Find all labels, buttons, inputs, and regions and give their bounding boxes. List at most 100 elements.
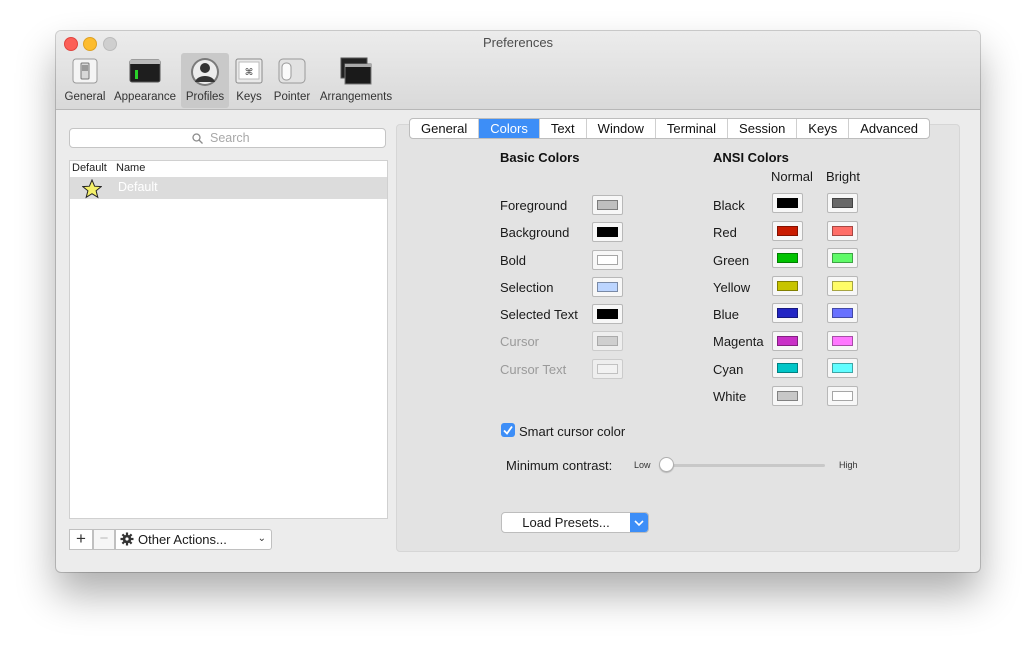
list-header: Default Name <box>70 161 387 178</box>
tab-keys[interactable]: Keys <box>797 119 850 138</box>
background-color-well[interactable] <box>592 222 623 242</box>
star-icon <box>82 179 102 199</box>
color-swatch <box>832 226 853 236</box>
ansi-colors-title: ANSI Colors <box>713 150 789 165</box>
ansi-black-bright-well[interactable] <box>827 193 858 213</box>
color-swatch <box>777 226 798 236</box>
color-swatch <box>597 309 618 319</box>
color-swatch <box>832 391 853 401</box>
color-swatch <box>777 363 798 373</box>
tab-window[interactable]: Window <box>587 119 656 138</box>
tab-colors[interactable]: Colors <box>479 119 540 138</box>
toolbar-pointer[interactable]: Pointer <box>270 53 314 108</box>
window-title: Preferences <box>482 35 554 50</box>
cursor-label: Cursor <box>500 334 540 349</box>
contrast-slider-knob[interactable] <box>659 457 674 472</box>
preferences-window: Preferences General Appearance Profiles … <box>56 31 980 572</box>
ansi-yellow-bright-well[interactable] <box>827 276 858 296</box>
toolbar-appearance[interactable]: Appearance <box>110 53 180 108</box>
ansi-white-bright-well[interactable] <box>827 386 858 406</box>
color-swatch <box>597 282 618 292</box>
tab-session[interactable]: Session <box>728 119 798 138</box>
search-input[interactable]: Search <box>69 128 386 148</box>
tab-general[interactable]: General <box>410 119 480 138</box>
column-default[interactable]: Default <box>72 162 107 174</box>
color-swatch <box>777 198 798 208</box>
toolbar-keys[interactable]: ⌘ Keys <box>231 53 267 108</box>
remove-profile-button[interactable]: − <box>93 529 115 550</box>
ansi-cyan-bright-well[interactable] <box>827 358 858 378</box>
profile-list[interactable]: Default Name Default <box>69 160 388 519</box>
ansi-white-label: White <box>713 389 747 404</box>
profile-row[interactable]: Default <box>70 178 387 199</box>
cursor-text-color-well[interactable] <box>592 359 623 379</box>
load-presets-label: Load Presets... <box>522 515 610 530</box>
tab-advanced[interactable]: Advanced <box>849 119 929 138</box>
ansi-magenta-normal-well[interactable] <box>772 331 803 351</box>
ansi-yellow-label: Yellow <box>713 280 751 295</box>
selected-text-color-well[interactable] <box>592 304 623 324</box>
foreground-color-well[interactable] <box>592 195 623 215</box>
color-swatch <box>597 227 618 237</box>
color-swatch <box>832 336 853 346</box>
color-swatch <box>832 363 853 373</box>
switch-icon <box>71 57 99 88</box>
ansi-blue-bright-well[interactable] <box>827 303 858 323</box>
color-swatch <box>777 336 798 346</box>
svg-text:⌘: ⌘ <box>245 68 254 78</box>
ansi-green-normal-well[interactable] <box>772 248 803 268</box>
title-bar: Preferences General Appearance Profiles … <box>56 31 980 110</box>
search-icon <box>192 133 203 144</box>
popup-arrow-icon <box>630 513 648 532</box>
toolbar-profiles[interactable]: Profiles <box>181 53 229 108</box>
ansi-red-bright-well[interactable] <box>827 221 858 241</box>
column-name[interactable]: Name <box>116 162 145 174</box>
tab-terminal[interactable]: Terminal <box>656 119 729 138</box>
color-swatch <box>777 281 798 291</box>
ansi-yellow-normal-well[interactable] <box>772 276 803 296</box>
load-presets-button[interactable]: Load Presets... <box>501 512 649 533</box>
tab-text[interactable]: Text <box>540 119 587 138</box>
ansi-white-normal-well[interactable] <box>772 386 803 406</box>
ansi-blue-label: Blue <box>713 307 740 322</box>
selection-color-well[interactable] <box>592 277 623 297</box>
ansi-green-bright-well[interactable] <box>827 248 858 268</box>
ansi-magenta-label: Magenta <box>713 334 764 349</box>
color-swatch <box>777 391 798 401</box>
tab-bar: General Colors Text Window Terminal Sess… <box>409 118 931 139</box>
bright-column-label: Bright <box>826 169 860 184</box>
colors-panel <box>396 124 960 552</box>
toolbar-general[interactable]: General <box>62 53 108 108</box>
toolbar-label: Appearance <box>113 91 177 103</box>
gear-icon <box>120 532 134 546</box>
chevron-down-icon: ⌄ <box>257 533 266 544</box>
contrast-slider-track[interactable] <box>660 464 825 467</box>
toolbar-label: Pointer <box>273 91 311 103</box>
bold-color-well[interactable] <box>592 250 623 270</box>
user-icon <box>189 57 221 90</box>
smart-cursor-label: Smart cursor color <box>519 424 626 439</box>
ansi-black-normal-well[interactable] <box>772 193 803 213</box>
ansi-red-normal-well[interactable] <box>772 221 803 241</box>
ansi-green-label: Green <box>713 253 750 268</box>
toolbar-arrangements[interactable]: Arrangements <box>317 53 395 108</box>
color-swatch <box>597 364 618 374</box>
ansi-blue-normal-well[interactable] <box>772 303 803 323</box>
color-swatch <box>597 255 618 265</box>
other-actions-label: Other Actions... <box>138 532 227 547</box>
add-profile-button[interactable]: + <box>69 529 93 550</box>
smart-cursor-checkbox[interactable] <box>501 423 515 437</box>
windows-icon <box>340 57 372 90</box>
ansi-magenta-bright-well[interactable] <box>827 331 858 351</box>
color-swatch <box>832 198 853 208</box>
other-actions-button[interactable]: Other Actions... ⌄ <box>115 529 272 550</box>
selected-text-label: Selected Text <box>500 307 578 322</box>
ansi-cyan-normal-well[interactable] <box>772 358 803 378</box>
minimum-contrast-label: Minimum contrast: <box>506 458 613 473</box>
ansi-black-label: Black <box>713 198 745 213</box>
cursor-color-well[interactable] <box>592 331 623 351</box>
basic-colors-title: Basic Colors <box>500 150 580 165</box>
foreground-label: Foreground <box>500 198 568 213</box>
keyboard-icon: ⌘ <box>235 57 263 88</box>
color-swatch <box>832 281 853 291</box>
